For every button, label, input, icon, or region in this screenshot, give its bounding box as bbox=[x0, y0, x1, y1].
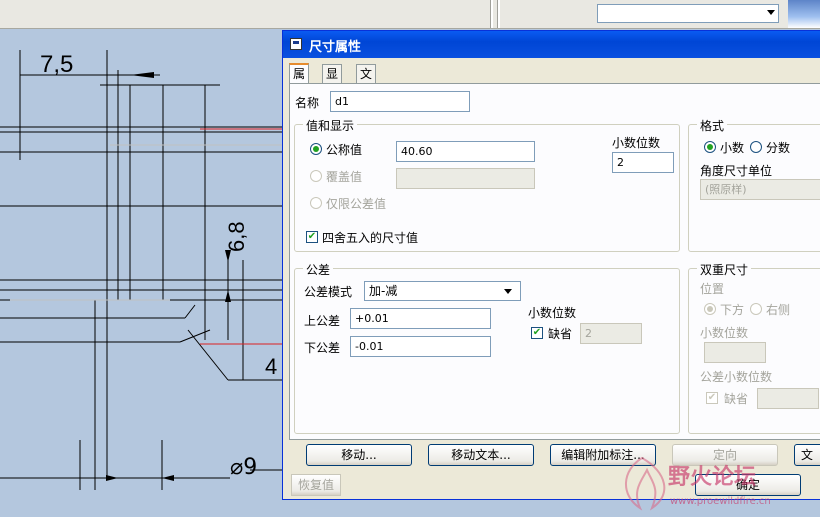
override-label[interactable]: 覆盖值 bbox=[326, 168, 362, 185]
watermark-url: www.proewildfire.cn bbox=[670, 496, 771, 507]
nominal-radio[interactable] bbox=[310, 143, 322, 155]
dual-default-checkbox[interactable]: ✔ bbox=[706, 392, 718, 404]
dual-right-radio[interactable] bbox=[750, 303, 762, 315]
name-input[interactable]: d1 bbox=[330, 91, 470, 112]
top-toolbar bbox=[0, 0, 820, 29]
dialog-titlebar[interactable]: 尺寸属性 bbox=[283, 31, 820, 58]
round-value-checkbox[interactable]: ✔ bbox=[306, 231, 318, 243]
decimal-format-label[interactable]: 小数 bbox=[720, 139, 744, 156]
fraction-format-radio[interactable] bbox=[750, 141, 762, 153]
toolbar-separator bbox=[490, 0, 493, 28]
nominal-value-input[interactable]: 40.60 bbox=[396, 141, 535, 162]
tab-text-style[interactable]: 文本样式 bbox=[356, 64, 377, 135]
tab-properties[interactable]: 属性 bbox=[289, 63, 310, 99]
dual-default-label[interactable]: 缺省 bbox=[724, 390, 748, 407]
value-decimals-label: 小数位数 bbox=[612, 136, 661, 150]
dual-tol-decimals-label: 公差小数位数 bbox=[700, 370, 773, 384]
dual-tol-decimals-input[interactable] bbox=[757, 388, 819, 409]
override-radio[interactable] bbox=[310, 170, 322, 182]
dual-position-label: 位置 bbox=[700, 282, 725, 296]
top-filter-combobox[interactable] bbox=[597, 4, 779, 23]
lower-tolerance-label: 下公差 bbox=[304, 341, 341, 355]
tolerance-mode-label: 公差模式 bbox=[304, 285, 353, 299]
restore-values-button[interactable]: 恢复值 bbox=[291, 474, 341, 496]
dual-decimals-input[interactable] bbox=[704, 342, 766, 363]
lower-tolerance-input[interactable]: -0.01 bbox=[350, 336, 491, 357]
override-value-input[interactable] bbox=[396, 168, 535, 189]
tolerance-default-label[interactable]: 缺省 bbox=[548, 325, 572, 342]
chevron-down-icon[interactable] bbox=[767, 10, 775, 15]
tolerance-mode-select[interactable]: 加-减 bbox=[364, 281, 521, 301]
toolbar-separator bbox=[497, 0, 500, 28]
cad-dim-bottom[interactable]: ⌀9 bbox=[230, 455, 257, 480]
angle-unit-label: 角度尺寸单位 bbox=[700, 164, 773, 178]
upper-tolerance-input[interactable]: +0.01 bbox=[350, 308, 491, 329]
value-decimals-input[interactable]: 2 bbox=[612, 152, 674, 173]
dialog-title: 尺寸属性 bbox=[309, 40, 362, 55]
watermark-logo: 野火论坛 www.proewildfire.cn bbox=[625, 456, 771, 511]
chevron-down-icon[interactable] bbox=[504, 289, 512, 294]
tolerance-group-title: 公差 bbox=[303, 261, 334, 278]
upper-tolerance-label: 上公差 bbox=[304, 314, 341, 328]
cad-dim-4[interactable]: 4 bbox=[265, 354, 277, 379]
tolerance-only-label[interactable]: 仅限公差值 bbox=[326, 195, 386, 212]
dual-decimals-label: 小数位数 bbox=[700, 326, 749, 340]
tolerance-mode-value: 加-减 bbox=[369, 284, 398, 298]
dual-below-radio[interactable] bbox=[704, 303, 716, 315]
dimension-properties-dialog: 尺寸属性 属性 显示 文本样式 名称 d1 值和显示 公称值 40.60 覆盖值… bbox=[282, 30, 820, 500]
move-button[interactable]: 移动... bbox=[306, 444, 412, 466]
round-value-label[interactable]: 四舍五入的尺寸值 bbox=[322, 229, 418, 246]
move-text-button[interactable]: 移动文本... bbox=[428, 444, 534, 466]
properties-panel: 名称 d1 值和显示 公称值 40.60 覆盖值 仅限公差值 ✔ 四舍五入的尺寸… bbox=[289, 83, 820, 440]
dual-right-label[interactable]: 右侧 bbox=[766, 301, 790, 318]
dual-below-label[interactable]: 下方 bbox=[720, 301, 744, 318]
value-display-group-title: 值和显示 bbox=[303, 117, 358, 134]
tolerance-decimals-label: 小数位数 bbox=[528, 306, 577, 320]
tolerance-only-radio[interactable] bbox=[310, 197, 322, 209]
desktop-background bbox=[788, 0, 820, 28]
cad-dim-vertical[interactable]: 6,8 bbox=[224, 221, 249, 252]
cad-dim-top[interactable]: 7,5 bbox=[40, 51, 73, 78]
format-group-title: 格式 bbox=[697, 117, 728, 134]
tolerance-decimals-input[interactable]: 2 bbox=[580, 323, 642, 344]
nominal-label[interactable]: 公称值 bbox=[326, 141, 362, 158]
dialog-app-icon bbox=[290, 38, 302, 50]
tolerance-default-checkbox[interactable]: ✔ bbox=[531, 327, 543, 339]
decimal-format-radio[interactable] bbox=[704, 141, 716, 153]
fraction-format-label[interactable]: 分数 bbox=[766, 139, 790, 156]
watermark-text: 野火论坛 bbox=[668, 464, 756, 490]
name-label: 名称 bbox=[295, 96, 320, 110]
angle-unit-select[interactable]: (照原样) bbox=[700, 179, 820, 200]
tab-display[interactable]: 显示 bbox=[322, 64, 343, 99]
dual-dimension-group-title: 双重尺寸 bbox=[697, 261, 752, 278]
